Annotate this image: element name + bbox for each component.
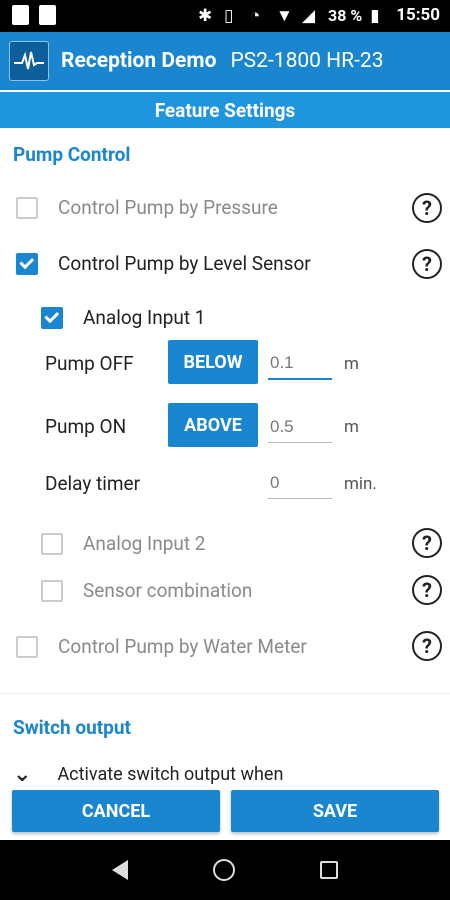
switch-output-label: Activate switch output when — [57, 764, 284, 785]
pump-on-label: Pump ON — [45, 415, 127, 438]
water-meter-label: Control Pump by Water Meter — [58, 635, 307, 658]
app-title: Reception Demo — [61, 49, 217, 73]
wifi-icon: ▼ — [276, 6, 293, 26]
settings-scroll-area[interactable]: Pump Control Control Pump by Pressure ? … — [0, 128, 450, 788]
home-icon[interactable] — [212, 859, 235, 881]
pressure-control-row[interactable]: Control Pump by Pressure — [16, 196, 278, 219]
page-title: Feature Settings — [0, 90, 450, 128]
pressure-control-checkbox[interactable] — [16, 196, 38, 219]
water-meter-help-icon[interactable]: ? — [412, 631, 442, 661]
battery-level: 38 % — [328, 5, 363, 25]
pump-off-value-input[interactable] — [268, 348, 332, 380]
app-logo-icon — [9, 41, 49, 81]
bluetooth-icon: ✱ — [198, 6, 213, 26]
pressure-control-label: Control Pump by Pressure — [58, 196, 278, 219]
analog-input-2-help-icon[interactable]: ? — [412, 528, 442, 558]
notification-icon — [12, 5, 29, 25]
level-sensor-row[interactable]: Control Pump by Level Sensor — [16, 252, 311, 275]
delay-timer-input[interactable] — [268, 467, 332, 499]
pump-on-unit: m — [344, 417, 359, 437]
switch-output-title: Switch output — [13, 716, 131, 739]
analog-input-2-label: Analog Input 2 — [83, 532, 206, 555]
alarm-icon: ◔ — [250, 6, 261, 26]
pump-off-unit: m — [344, 354, 359, 374]
recent-apps-icon[interactable] — [319, 861, 338, 879]
sensor-combination-label: Sensor combination — [83, 579, 253, 602]
pump-on-mode-button[interactable]: ABOVE — [168, 403, 258, 447]
system-nav-bar — [0, 840, 450, 900]
water-meter-checkbox[interactable] — [16, 635, 38, 658]
delay-timer-unit: min. — [344, 474, 377, 494]
battery-icon: ▮ — [370, 6, 380, 26]
sensor-combination-help-icon[interactable]: ? — [412, 575, 442, 605]
sd-card-icon — [39, 5, 56, 25]
pressure-help-icon[interactable]: ? — [412, 193, 442, 223]
pump-off-label: Pump OFF — [45, 352, 134, 375]
status-bar: ✱ ▯ ◔ ▼ ◢ 38 % ▮ 15:50 — [0, 0, 450, 32]
sensor-combination-checkbox[interactable] — [41, 579, 63, 602]
back-icon[interactable] — [112, 860, 129, 880]
pump-off-mode-button[interactable]: BELOW — [168, 340, 258, 384]
switch-output-row[interactable]: ⌄ Activate switch output when — [13, 762, 283, 787]
action-footer: CANCEL SAVE — [0, 788, 450, 840]
pump-on-value-input[interactable] — [268, 411, 332, 443]
device-name: PS2-1800 HR-23 — [230, 49, 384, 73]
level-sensor-help-icon[interactable]: ? — [412, 249, 442, 279]
analog-input-1-label: Analog Input 1 — [83, 306, 206, 329]
section-divider — [0, 693, 450, 694]
save-button[interactable]: SAVE — [231, 790, 439, 832]
app-header: Reception Demo PS2-1800 HR-23 — [0, 32, 450, 90]
pump-control-title: Pump Control — [13, 143, 131, 166]
level-sensor-checkbox[interactable] — [16, 252, 38, 275]
analog-input-1-checkbox[interactable] — [41, 306, 63, 329]
analog-input-1-row[interactable]: Analog Input 1 — [41, 306, 205, 329]
expand-icon[interactable]: ⌄ — [13, 762, 31, 787]
level-sensor-label: Control Pump by Level Sensor — [58, 252, 311, 275]
analog-input-2-row[interactable]: Analog Input 2 — [41, 532, 205, 555]
signal-icon: ◢ — [302, 6, 316, 26]
cancel-button[interactable]: CANCEL — [12, 790, 220, 832]
delay-timer-label: Delay timer — [45, 472, 141, 495]
analog-input-2-checkbox[interactable] — [41, 532, 63, 555]
sensor-combination-row[interactable]: Sensor combination — [41, 579, 252, 602]
vibrate-icon: ▯ — [224, 6, 234, 26]
clock: 15:50 — [396, 5, 440, 25]
water-meter-row[interactable]: Control Pump by Water Meter — [16, 635, 307, 658]
